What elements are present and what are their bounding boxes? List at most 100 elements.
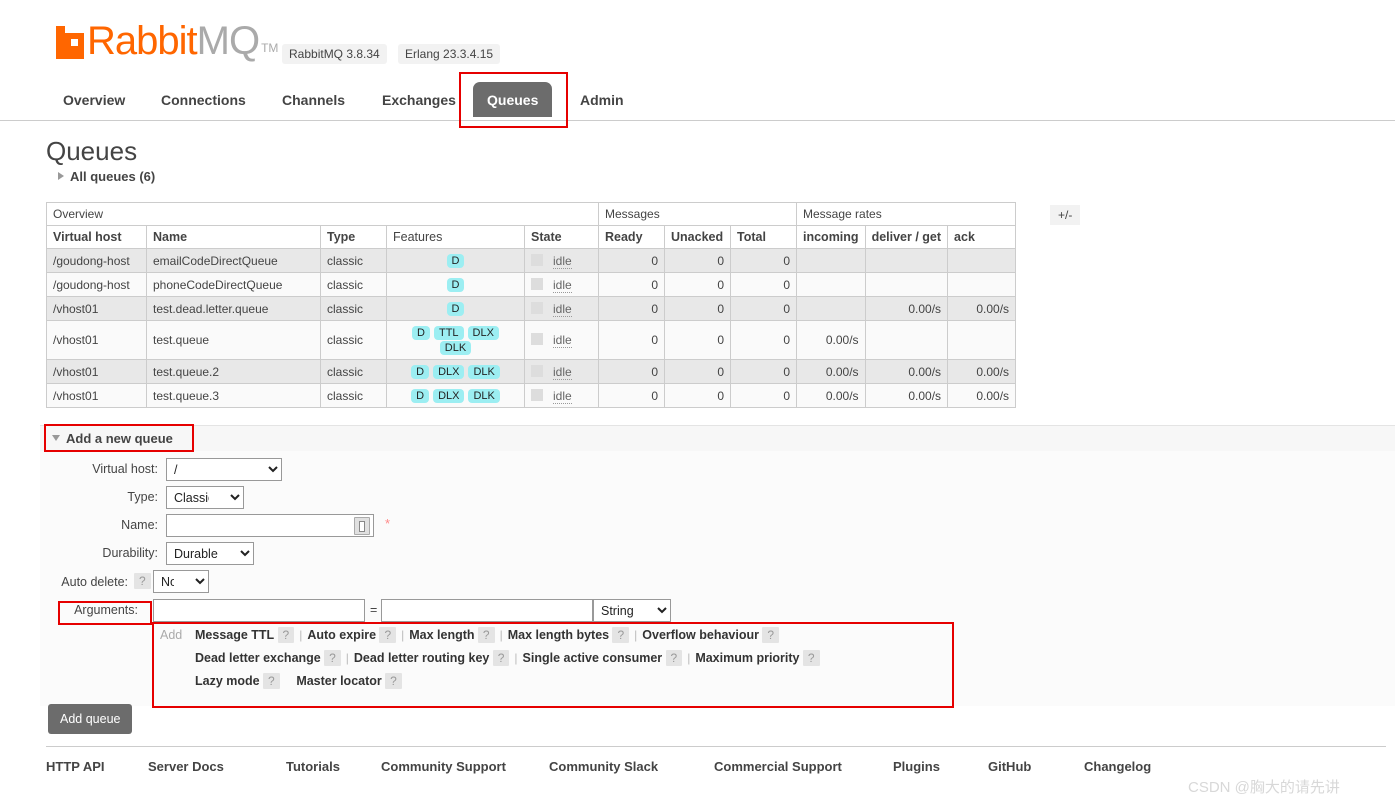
auto-delete-help-icon[interactable]: ? (134, 573, 151, 589)
state-indicator-icon (531, 388, 543, 401)
cell-incoming (796, 272, 866, 297)
argument-preset-single-active-consumer[interactable]: Single active consumer (523, 651, 663, 665)
rabbitmq-logo[interactable]: Rabbit MQ TM (56, 21, 279, 61)
logo-trademark: TM (261, 41, 279, 55)
queue-name-link[interactable]: test.queue.3 (153, 389, 219, 403)
col-state[interactable]: State (524, 225, 599, 249)
all-queues-toggle[interactable]: All queues (6) (58, 169, 155, 184)
queue-name-input[interactable] (166, 514, 374, 537)
footer-link-plugins[interactable]: Plugins (893, 759, 940, 774)
queue-name-link[interactable]: test.dead.letter.queue (153, 302, 268, 316)
feature-badge: DLX (467, 326, 499, 340)
durability-select[interactable]: Durable (166, 542, 254, 565)
argument-preset-overflow-behaviour[interactable]: Overflow behaviour (642, 628, 759, 642)
cell-total: 0 (730, 383, 797, 408)
cell-queue-name[interactable]: test.queue.2 (146, 359, 321, 384)
col-name[interactable]: Name (146, 225, 321, 249)
argument-preset-lazy-mode[interactable]: Lazy mode (195, 674, 260, 688)
table-column-header-row: Virtual host Name Type Features State Re… (46, 225, 1017, 249)
queue-name-link[interactable]: test.queue (153, 333, 209, 347)
cell-incoming: 0.00/s (796, 383, 866, 408)
footer-link-commercial-support[interactable]: Commercial Support (714, 759, 842, 774)
cell-queue-name[interactable]: test.queue (146, 320, 321, 360)
col-type[interactable]: Type (320, 225, 387, 249)
table-row: /goudong-host emailCodeDirectQueue classic… (46, 248, 1017, 273)
cell-unacked: 0 (664, 248, 731, 273)
cell-queue-name[interactable]: test.dead.letter.queue (146, 296, 321, 321)
cell-queue-type: classic (320, 383, 387, 408)
name-required-marker: * (385, 516, 391, 531)
table-row: /vhost01 test.queue classic D TTL DLXDLK idle 0… (46, 320, 1017, 360)
cell-queue-name[interactable]: phoneCodeDirectQueue (146, 272, 321, 297)
footer-link-server-docs[interactable]: Server Docs (148, 759, 224, 774)
col-virtual-host[interactable]: Virtual host (46, 225, 147, 249)
col-ready[interactable]: Ready (598, 225, 665, 249)
table-row: /vhost01 test.queue.3 classic D DLX DLK idle 0 0… (46, 383, 1017, 408)
col-incoming[interactable]: incoming (796, 225, 866, 249)
footer-link-tutorials[interactable]: Tutorials (286, 759, 340, 774)
footer-link-community-slack[interactable]: Community Slack (549, 759, 658, 774)
col-ack[interactable]: ack (947, 225, 1017, 249)
auto-delete-select[interactable]: No (153, 570, 209, 593)
argument-preset-help-icon[interactable]: ? (477, 627, 495, 643)
nav-tab-channels[interactable]: Channels (268, 82, 359, 117)
footer-link-github[interactable]: GitHub (988, 759, 1031, 774)
argument-preset-help-icon[interactable]: ? (385, 673, 402, 689)
argument-preset-help-icon[interactable]: ? (277, 627, 295, 643)
argument-preset-help-icon[interactable]: ? (802, 650, 820, 666)
queue-type-select[interactable]: Classic (166, 486, 244, 509)
toggle-columns-button[interactable]: +/- (1050, 205, 1081, 225)
virtual-host-select[interactable]: / (166, 458, 282, 481)
argument-preset-help-icon[interactable]: ? (762, 627, 780, 643)
add-queue-button[interactable]: Add queue (48, 704, 133, 734)
nav-tab-overview[interactable]: Overview (49, 82, 139, 117)
argument-type-select[interactable]: String (593, 599, 671, 622)
nav-tab-connections[interactable]: Connections (147, 82, 260, 117)
state-label: idle (553, 364, 572, 380)
argument-equals-sign: = (370, 603, 378, 617)
state-indicator-icon (531, 301, 543, 314)
argument-preset-help-icon[interactable]: ? (492, 650, 510, 666)
argument-preset-message-ttl[interactable]: Message TTL (195, 628, 274, 642)
argument-value-input[interactable] (381, 599, 593, 622)
argument-preset-help-icon[interactable]: ? (262, 673, 280, 689)
queues-table: Overview Messages Message rates Virtual … (46, 202, 1017, 408)
col-unacked[interactable]: Unacked (664, 225, 731, 249)
cell-deliver-get (864, 272, 949, 297)
name-autofill-icon[interactable] (354, 517, 370, 535)
footer-link-community-support[interactable]: Community Support (381, 759, 506, 774)
footer-link-http-api[interactable]: HTTP API (46, 759, 105, 774)
cell-queue-name[interactable]: test.queue.3 (146, 383, 321, 408)
argument-preset-help-icon[interactable]: ? (379, 627, 397, 643)
queue-name-link[interactable]: test.queue.2 (153, 365, 219, 379)
cell-queue-name[interactable]: emailCodeDirectQueue (146, 248, 321, 273)
argument-preset-maximum-priority[interactable]: Maximum priority (695, 651, 799, 665)
nav-tab-exchanges[interactable]: Exchanges (368, 82, 470, 117)
feature-badge: D (411, 389, 430, 403)
nav-tab-admin[interactable]: Admin (566, 82, 638, 117)
argument-preset-master-locator[interactable]: Master locator (296, 674, 381, 688)
argument-preset-auto-expire[interactable]: Auto expire (307, 628, 376, 642)
type-label: Type: (127, 490, 158, 504)
argument-key-input[interactable] (153, 599, 365, 622)
argument-preset-help-icon[interactable]: ? (324, 650, 341, 666)
cell-deliver-get: 0.00/s (864, 383, 949, 408)
page-header: Rabbit MQ TM RabbitMQ 3.8.34 Erlang 23.3… (0, 0, 1395, 76)
cell-state: idle (524, 320, 599, 360)
argument-separator: | (514, 651, 518, 665)
argument-preset-max-length-bytes[interactable]: Max length bytes (508, 628, 609, 642)
argument-preset-help-icon[interactable]: ? (665, 650, 683, 666)
nav-tab-queues[interactable]: Queues (473, 82, 553, 117)
col-deliver-get[interactable]: deliver / get (864, 225, 949, 249)
argument-preset-dead-letter-exchange[interactable]: Dead letter exchange (195, 651, 321, 665)
queue-name-link[interactable]: phoneCodeDirectQueue (153, 278, 282, 292)
col-total[interactable]: Total (730, 225, 797, 249)
argument-preset-dead-letter-routing-key[interactable]: Dead letter routing key (354, 651, 489, 665)
queue-name-link[interactable]: emailCodeDirectQueue (153, 254, 278, 268)
argument-preset-help-icon[interactable]: ? (612, 627, 630, 643)
add-queue-section-toggle[interactable]: Add a new queue (52, 431, 173, 446)
cell-incoming: 0.00/s (796, 320, 866, 360)
argument-preset-max-length[interactable]: Max length (409, 628, 474, 642)
footer-link-changelog[interactable]: Changelog (1084, 759, 1151, 774)
cell-ready: 0 (598, 320, 665, 360)
